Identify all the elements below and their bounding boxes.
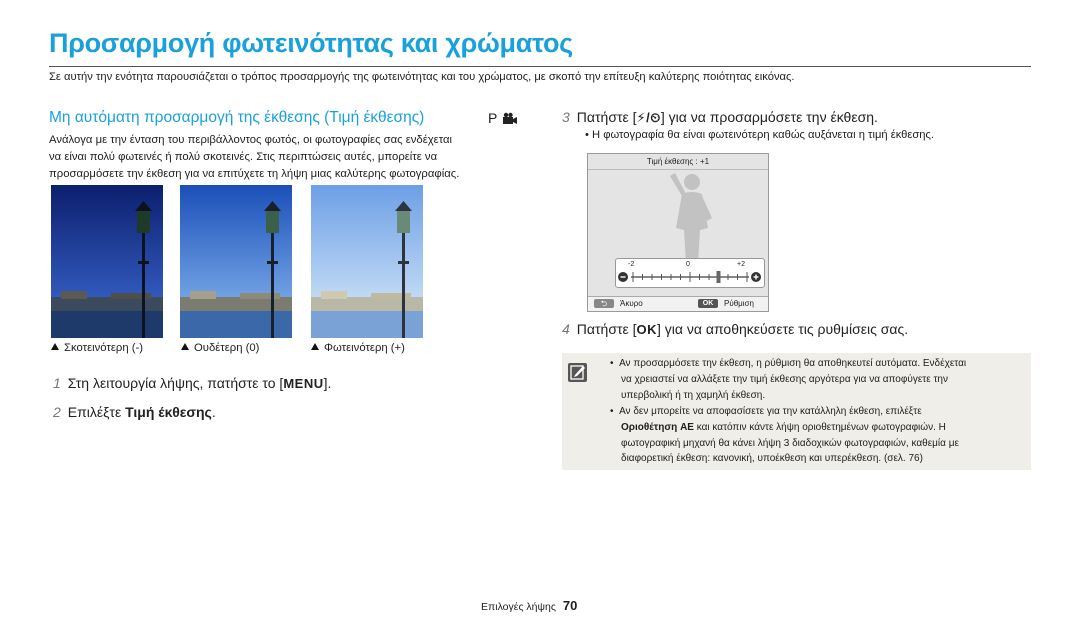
page-number: 70 — [562, 598, 578, 613]
note-icon — [568, 363, 587, 382]
screen-footer: ⮌ Άκυρο OK Ρύθμιση — [588, 296, 768, 311]
slider-tick — [651, 274, 653, 280]
triangle-icon — [181, 343, 189, 350]
slider-tick — [699, 274, 700, 280]
step-1: 1 Στη λειτουργία λήψης, πατήστε το [MENU]… — [53, 375, 332, 391]
slider-tick — [661, 274, 662, 280]
step-3-bullet: • Η φωτογραφία θα είναι φωτεινότερη καθώ… — [585, 129, 935, 141]
exposure-slider[interactable]: -2 0 +2 — [615, 258, 765, 288]
caption-neutral: Ουδέτερη (0) — [181, 342, 259, 354]
page-footer: Επιλογές λήψης 70 — [481, 598, 578, 613]
movie-camera-icon — [503, 112, 518, 124]
slider-tick — [727, 274, 729, 280]
bullet-icon: • — [585, 129, 593, 141]
program-mode-icon: P — [488, 110, 498, 126]
photo-brighter — [311, 185, 423, 338]
step-3: 3 Πατήστε [⚡/⏲] για να προσαρμόσετε την έ… — [562, 109, 878, 125]
section-heading: Μη αυτόματη προσαρμογή της έκθεσης (Τιμή… — [49, 109, 425, 126]
slider-tick — [689, 272, 691, 282]
mode-icons: P — [488, 110, 518, 126]
slider-tick — [708, 274, 710, 280]
section-paragraph: Ανάλογα με την ένταση του περιβάλλοντος … — [49, 134, 460, 180]
intro-text: Σε αυτήν την ενότητα παρουσιάζεται ο τρό… — [49, 71, 795, 83]
caption-darker: Σκοτεινότερη (-) — [51, 342, 143, 354]
person-silhouette — [670, 173, 712, 264]
slider-tick — [680, 274, 681, 280]
flash-timer-key: ⚡/⏲ — [636, 110, 661, 125]
menu-key: MENU — [283, 376, 324, 391]
camera-screen: Τιμή έκθεσης : +1 -2 0 +2 ⮌ Άκυρο OK Ρύθ… — [587, 153, 769, 312]
back-key-icon: ⮌ — [594, 299, 614, 308]
slider-tick — [670, 274, 672, 280]
caption-brighter: Φωτεινότερη (+) — [311, 342, 405, 354]
ok-key-icon: OK — [698, 299, 718, 308]
step-2: 2 Επιλέξτε Τιμή έκθεσης. — [53, 404, 216, 420]
slider-thumb — [716, 271, 721, 283]
triangle-icon — [311, 343, 319, 350]
step-4: 4 Πατήστε [OK] για να αποθηκεύσετε τις ρυ… — [562, 321, 909, 337]
page-title: Προσαρμογή φωτεινότητας και χρώματος — [49, 28, 573, 58]
photo-darker — [51, 185, 163, 338]
slider-tick — [642, 274, 643, 280]
title-rule — [49, 66, 1031, 67]
photo-neutral — [180, 185, 292, 338]
slider-tick — [746, 272, 748, 282]
triangle-icon — [51, 343, 59, 350]
slider-tick — [632, 272, 634, 282]
note-box: • Αν προσαρμόσετε την έκθεση, η ρύθμιση … — [562, 353, 1031, 470]
slider-tick — [737, 274, 738, 280]
ok-key: OK — [636, 322, 658, 337]
note-2: • Αν δεν μπορείτε να αποφασίσετε για την… — [610, 406, 959, 465]
note-1: • Αν προσαρμόσετε την έκθεση, η ρύθμιση … — [610, 358, 967, 401]
